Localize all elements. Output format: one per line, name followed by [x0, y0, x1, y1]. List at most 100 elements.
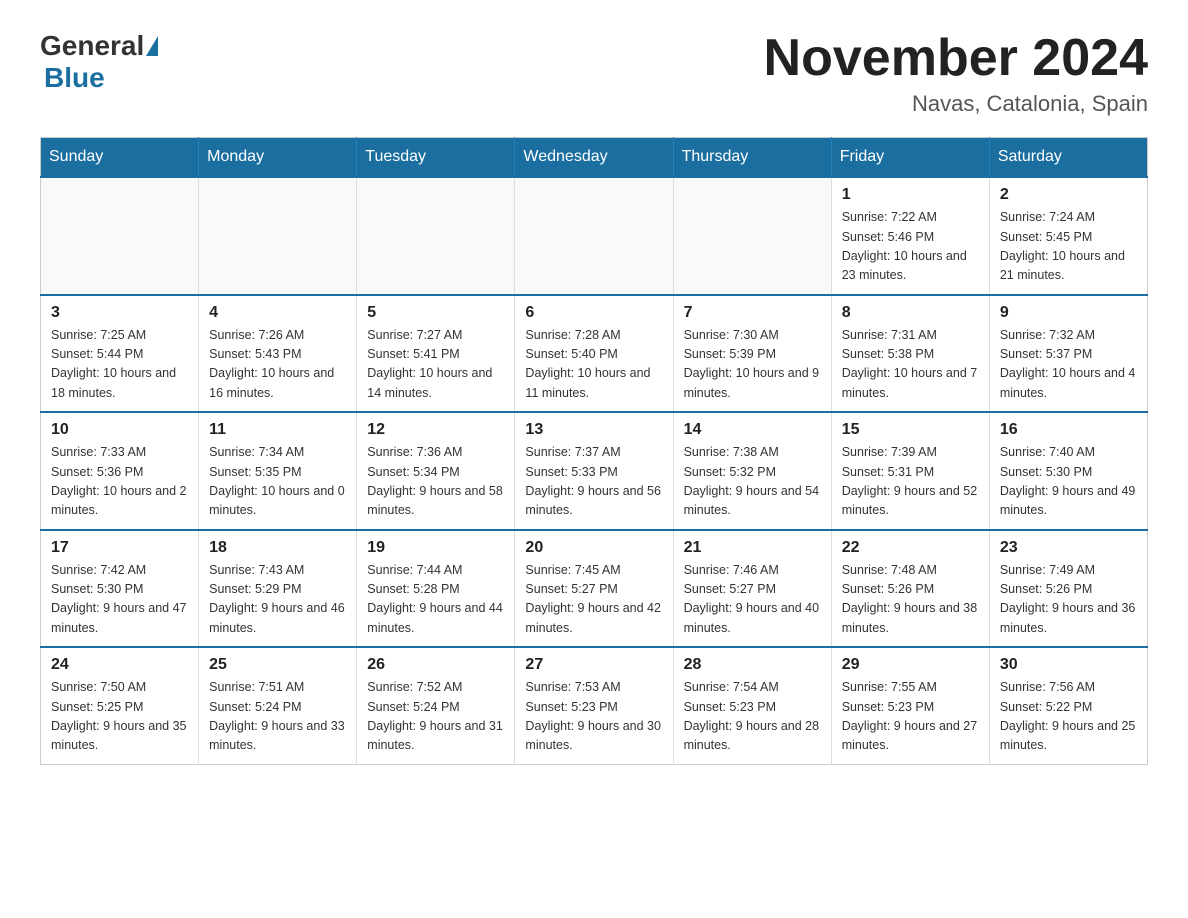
calendar-cell: 27 Sunrise: 7:53 AMSunset: 5:23 PMDayligh… — [515, 647, 673, 764]
calendar-cell: 14 Sunrise: 7:38 AMSunset: 5:32 PMDayligh… — [673, 412, 831, 530]
day-info: Sunrise: 7:46 AMSunset: 5:27 PMDaylight:… — [684, 561, 821, 639]
calendar-cell: 30 Sunrise: 7:56 AMSunset: 5:22 PMDayligh… — [989, 647, 1147, 764]
day-number: 22 — [842, 539, 979, 557]
day-info: Sunrise: 7:26 AMSunset: 5:43 PMDaylight:… — [209, 326, 346, 404]
day-number: 18 — [209, 539, 346, 557]
day-number: 20 — [525, 539, 662, 557]
day-info: Sunrise: 7:33 AMSunset: 5:36 PMDaylight:… — [51, 443, 188, 521]
calendar-cell: 17 Sunrise: 7:42 AMSunset: 5:30 PMDayligh… — [41, 530, 199, 648]
weekday-header-saturday: Saturday — [989, 138, 1147, 178]
calendar-cell — [515, 177, 673, 295]
day-number: 17 — [51, 539, 188, 557]
day-info: Sunrise: 7:48 AMSunset: 5:26 PMDaylight:… — [842, 561, 979, 639]
day-number: 25 — [209, 656, 346, 674]
calendar-cell: 11Sunrise: 7:34 AMSunset: 5:35 PMDayligh… — [199, 412, 357, 530]
logo-triangle-icon — [146, 36, 158, 56]
calendar-cell: 20 Sunrise: 7:45 AMSunset: 5:27 PMDayligh… — [515, 530, 673, 648]
calendar-cell: 15 Sunrise: 7:39 AMSunset: 5:31 PMDayligh… — [831, 412, 989, 530]
day-info: Sunrise: 7:53 AMSunset: 5:23 PMDaylight:… — [525, 678, 662, 756]
calendar-week-row: 3Sunrise: 7:25 AMSunset: 5:44 PMDaylight… — [41, 295, 1148, 413]
weekday-header-tuesday: Tuesday — [357, 138, 515, 178]
calendar-cell: 10 Sunrise: 7:33 AMSunset: 5:36 PMDayligh… — [41, 412, 199, 530]
weekday-header-row: SundayMondayTuesdayWednesdayThursdayFrid… — [41, 138, 1148, 178]
day-number: 23 — [1000, 539, 1137, 557]
day-info: Sunrise: 7:31 AMSunset: 5:38 PMDaylight:… — [842, 326, 979, 404]
calendar-cell: 3Sunrise: 7:25 AMSunset: 5:44 PMDaylight… — [41, 295, 199, 413]
day-info: Sunrise: 7:52 AMSunset: 5:24 PMDaylight:… — [367, 678, 504, 756]
day-info: Sunrise: 7:22 AMSunset: 5:46 PMDaylight:… — [842, 208, 979, 286]
calendar-cell — [199, 177, 357, 295]
calendar-cell: 4 Sunrise: 7:26 AMSunset: 5:43 PMDaylight… — [199, 295, 357, 413]
header: General Blue November 2024 Navas, Catalo… — [40, 30, 1148, 117]
calendar-cell: 25Sunrise: 7:51 AMSunset: 5:24 PMDayligh… — [199, 647, 357, 764]
day-info: Sunrise: 7:44 AMSunset: 5:28 PMDaylight:… — [367, 561, 504, 639]
calendar-week-row: 10 Sunrise: 7:33 AMSunset: 5:36 PMDayligh… — [41, 412, 1148, 530]
day-number: 16 — [1000, 421, 1137, 439]
day-info: Sunrise: 7:38 AMSunset: 5:32 PMDaylight:… — [684, 443, 821, 521]
day-number: 14 — [684, 421, 821, 439]
day-info: Sunrise: 7:50 AMSunset: 5:25 PMDaylight:… — [51, 678, 188, 756]
day-number: 29 — [842, 656, 979, 674]
calendar-cell: 23 Sunrise: 7:49 AMSunset: 5:26 PMDayligh… — [989, 530, 1147, 648]
day-info: Sunrise: 7:56 AMSunset: 5:22 PMDaylight:… — [1000, 678, 1137, 756]
day-info: Sunrise: 7:36 AMSunset: 5:34 PMDaylight:… — [367, 443, 504, 521]
day-info: Sunrise: 7:30 AMSunset: 5:39 PMDaylight:… — [684, 326, 821, 404]
weekday-header-wednesday: Wednesday — [515, 138, 673, 178]
day-info: Sunrise: 7:43 AMSunset: 5:29 PMDaylight:… — [209, 561, 346, 639]
calendar-cell: 8 Sunrise: 7:31 AMSunset: 5:38 PMDaylight… — [831, 295, 989, 413]
day-number: 6 — [525, 304, 662, 322]
day-info: Sunrise: 7:39 AMSunset: 5:31 PMDaylight:… — [842, 443, 979, 521]
title-area: November 2024 Navas, Catalonia, Spain — [764, 30, 1148, 117]
calendar-cell: 6 Sunrise: 7:28 AMSunset: 5:40 PMDaylight… — [515, 295, 673, 413]
logo-blue-text: Blue — [44, 62, 105, 93]
day-number: 12 — [367, 421, 504, 439]
calendar-cell: 21 Sunrise: 7:46 AMSunset: 5:27 PMDayligh… — [673, 530, 831, 648]
day-number: 13 — [525, 421, 662, 439]
calendar-cell: 7 Sunrise: 7:30 AMSunset: 5:39 PMDaylight… — [673, 295, 831, 413]
calendar-week-row: 24 Sunrise: 7:50 AMSunset: 5:25 PMDayligh… — [41, 647, 1148, 764]
weekday-header-friday: Friday — [831, 138, 989, 178]
day-number: 10 — [51, 421, 188, 439]
day-number: 28 — [684, 656, 821, 674]
day-info: Sunrise: 7:55 AMSunset: 5:23 PMDaylight:… — [842, 678, 979, 756]
day-number: 8 — [842, 304, 979, 322]
day-number: 15 — [842, 421, 979, 439]
location-subtitle: Navas, Catalonia, Spain — [764, 91, 1148, 117]
month-year-title: November 2024 — [764, 30, 1148, 87]
day-info: Sunrise: 7:54 AMSunset: 5:23 PMDaylight:… — [684, 678, 821, 756]
calendar-cell: 13 Sunrise: 7:37 AMSunset: 5:33 PMDayligh… — [515, 412, 673, 530]
calendar-cell: 28 Sunrise: 7:54 AMSunset: 5:23 PMDayligh… — [673, 647, 831, 764]
day-info: Sunrise: 7:27 AMSunset: 5:41 PMDaylight:… — [367, 326, 504, 404]
calendar-cell: 19 Sunrise: 7:44 AMSunset: 5:28 PMDayligh… — [357, 530, 515, 648]
calendar-cell — [673, 177, 831, 295]
calendar-cell: 22 Sunrise: 7:48 AMSunset: 5:26 PMDayligh… — [831, 530, 989, 648]
day-info: Sunrise: 7:42 AMSunset: 5:30 PMDaylight:… — [51, 561, 188, 639]
day-info: Sunrise: 7:32 AMSunset: 5:37 PMDaylight:… — [1000, 326, 1137, 404]
day-info: Sunrise: 7:37 AMSunset: 5:33 PMDaylight:… — [525, 443, 662, 521]
calendar-cell: 24 Sunrise: 7:50 AMSunset: 5:25 PMDayligh… — [41, 647, 199, 764]
day-number: 19 — [367, 539, 504, 557]
calendar-table: SundayMondayTuesdayWednesdayThursdayFrid… — [40, 137, 1148, 765]
day-number: 1 — [842, 186, 979, 204]
day-number: 30 — [1000, 656, 1137, 674]
day-info: Sunrise: 7:28 AMSunset: 5:40 PMDaylight:… — [525, 326, 662, 404]
day-info: Sunrise: 7:40 AMSunset: 5:30 PMDaylight:… — [1000, 443, 1137, 521]
day-number: 5 — [367, 304, 504, 322]
calendar-cell: 26Sunrise: 7:52 AMSunset: 5:24 PMDayligh… — [357, 647, 515, 764]
calendar-cell: 16 Sunrise: 7:40 AMSunset: 5:30 PMDayligh… — [989, 412, 1147, 530]
weekday-header-monday: Monday — [199, 138, 357, 178]
weekday-header-thursday: Thursday — [673, 138, 831, 178]
calendar-week-row: 17 Sunrise: 7:42 AMSunset: 5:30 PMDayligh… — [41, 530, 1148, 648]
day-number: 24 — [51, 656, 188, 674]
day-number: 27 — [525, 656, 662, 674]
day-number: 9 — [1000, 304, 1137, 322]
day-number: 7 — [684, 304, 821, 322]
day-number: 4 — [209, 304, 346, 322]
day-info: Sunrise: 7:49 AMSunset: 5:26 PMDaylight:… — [1000, 561, 1137, 639]
calendar-cell: 1 Sunrise: 7:22 AMSunset: 5:46 PMDaylight… — [831, 177, 989, 295]
logo: General Blue — [40, 30, 160, 94]
day-number: 3 — [51, 304, 188, 322]
calendar-cell: 9 Sunrise: 7:32 AMSunset: 5:37 PMDaylight… — [989, 295, 1147, 413]
day-number: 21 — [684, 539, 821, 557]
day-info: Sunrise: 7:45 AMSunset: 5:27 PMDaylight:… — [525, 561, 662, 639]
